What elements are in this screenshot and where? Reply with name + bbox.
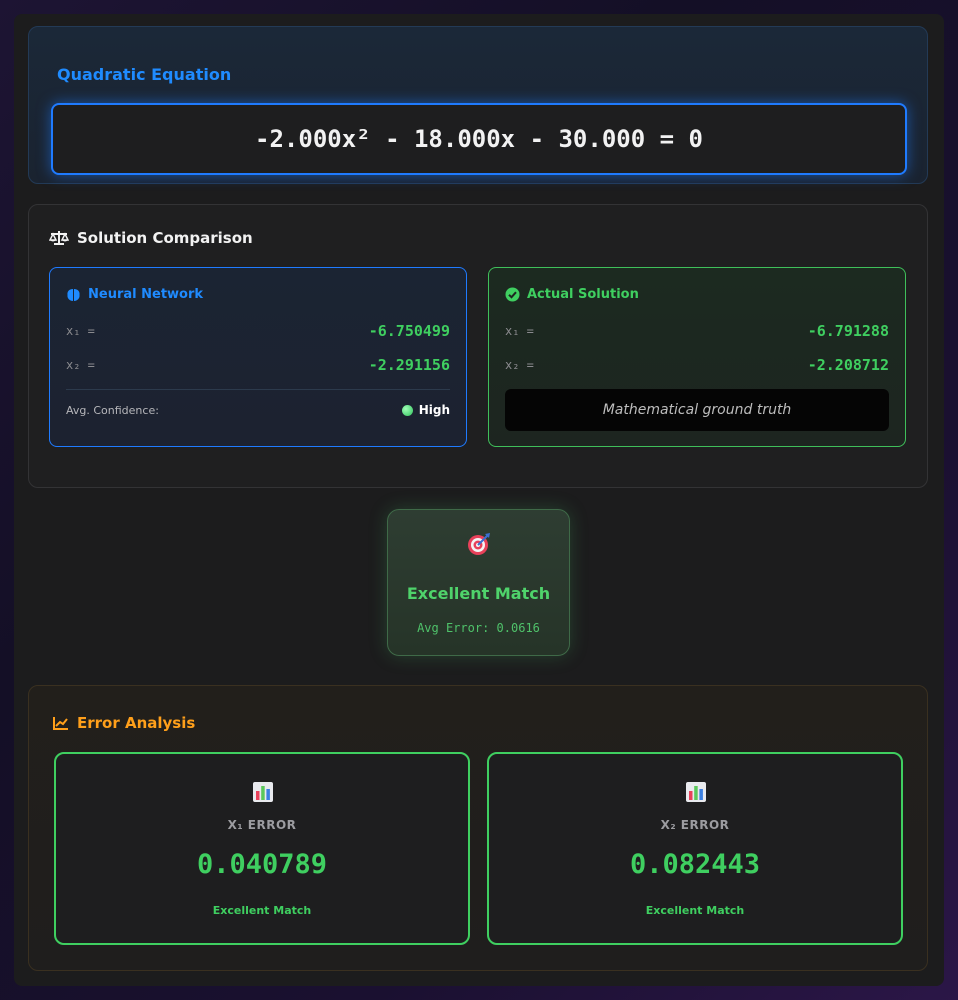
app-container: Quadratic Equation -2.000x² - 18.000x - … [14, 14, 944, 986]
actual-solution-title: Actual Solution [527, 287, 639, 302]
neural-network-header: Neural Network [66, 287, 203, 302]
confidence-row: Avg. Confidence: High [66, 403, 450, 417]
neural-x2-value: -2.291156 [368, 356, 450, 374]
balance-scale-icon [49, 231, 69, 245]
x1-error-label: X₁ ERROR [227, 818, 297, 832]
x2-error-label: X₂ ERROR [660, 818, 730, 832]
x2-error-status: Excellent Match [645, 904, 745, 917]
brain-icon [67, 288, 80, 301]
target-icon [468, 533, 490, 555]
line-chart-icon [53, 717, 68, 730]
neural-x2-row: x₂ = -2.291156 [66, 355, 450, 375]
actual-x2-label: x₂ = [505, 358, 534, 372]
actual-solution-header: Actual Solution [505, 287, 639, 302]
ground-truth-note: Mathematical ground truth [505, 389, 889, 431]
neural-network-title: Neural Network [88, 287, 204, 302]
actual-x1-value: -6.791288 [807, 322, 889, 340]
solution-comparison-section: Solution Comparison Neural Network x₁ = … [28, 204, 928, 488]
neural-x1-row: x₁ = -6.750499 [66, 321, 450, 341]
error-analysis-header: Error Analysis [53, 714, 195, 732]
error-analysis-section: Error Analysis X₁ ERROR 0.040789 Excelle… [28, 685, 928, 971]
confidence-value: High [418, 403, 450, 417]
actual-x1-row: x₁ = -6.791288 [505, 321, 889, 341]
actual-solution-card: Actual Solution x₁ = -6.791288 x₂ = -2.2… [488, 267, 906, 447]
confidence-indicator: High [401, 403, 450, 417]
confidence-label: Avg. Confidence: [66, 403, 159, 417]
neural-network-card: Neural Network x₁ = -6.750499 x₂ = -2.29… [49, 267, 467, 447]
equation-section: Quadratic Equation -2.000x² - 18.000x - … [28, 26, 928, 184]
actual-x2-row: x₂ = -2.208712 [505, 355, 889, 375]
neural-x1-label: x₁ = [66, 324, 95, 338]
status-dot-icon [401, 404, 413, 416]
comparison-title: Solution Comparison [77, 229, 253, 247]
equation-display: -2.000x² - 18.000x - 30.000 = 0 [51, 103, 907, 175]
x1-error-card: X₁ ERROR 0.040789 Excellent Match [54, 752, 470, 945]
match-title: Excellent Match [406, 584, 551, 603]
avg-error-text: Avg Error: 0.0616 [417, 621, 540, 635]
equation-title: Quadratic Equation [57, 65, 232, 84]
x2-error-value: 0.082443 [629, 849, 761, 880]
actual-x1-label: x₁ = [505, 324, 534, 338]
error-analysis-title: Error Analysis [77, 714, 196, 732]
bar-chart-icon [253, 782, 273, 802]
card-divider [66, 389, 450, 390]
actual-x2-value: -2.208712 [807, 356, 889, 374]
x1-error-status: Excellent Match [212, 904, 312, 917]
x2-error-card: X₂ ERROR 0.082443 Excellent Match [487, 752, 903, 945]
neural-x1-value: -6.750499 [368, 322, 450, 340]
neural-x2-label: x₂ = [66, 358, 95, 372]
bar-chart-icon [686, 782, 706, 802]
check-circle-icon [505, 287, 520, 302]
x1-error-value: 0.040789 [196, 849, 328, 880]
comparison-header: Solution Comparison [49, 229, 253, 247]
match-summary-card: Excellent Match Avg Error: 0.0616 [387, 509, 570, 656]
